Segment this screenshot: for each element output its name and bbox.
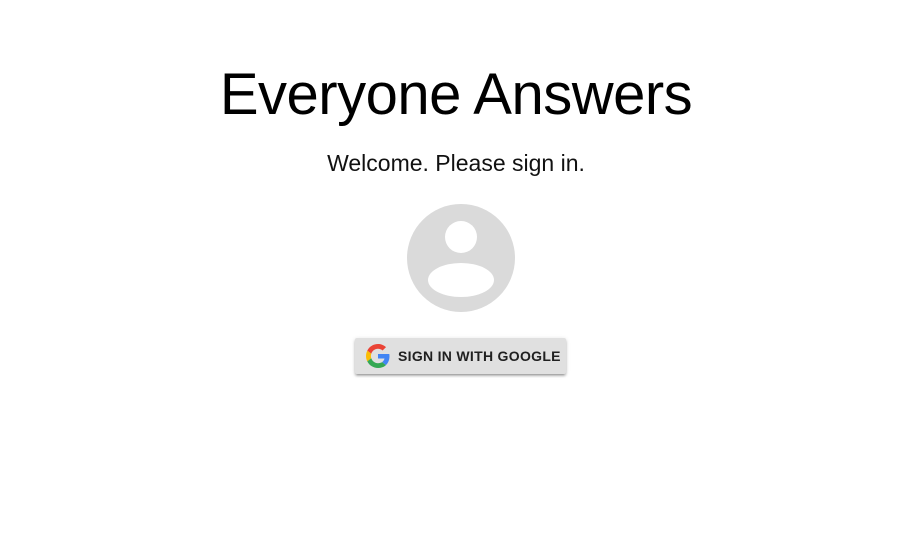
app-title: Everyone Answers xyxy=(219,62,693,127)
sign-in-with-google-button[interactable]: SIGN IN WITH GOOGLE xyxy=(355,338,566,374)
sign-in-button-label: SIGN IN WITH GOOGLE xyxy=(398,348,561,364)
account-circle-icon xyxy=(407,204,515,312)
google-logo-icon xyxy=(366,344,390,368)
sign-in-page: Everyone Answers Welcome. Please sign in… xyxy=(0,0,912,559)
welcome-message: Welcome. Please sign in. xyxy=(327,150,585,176)
